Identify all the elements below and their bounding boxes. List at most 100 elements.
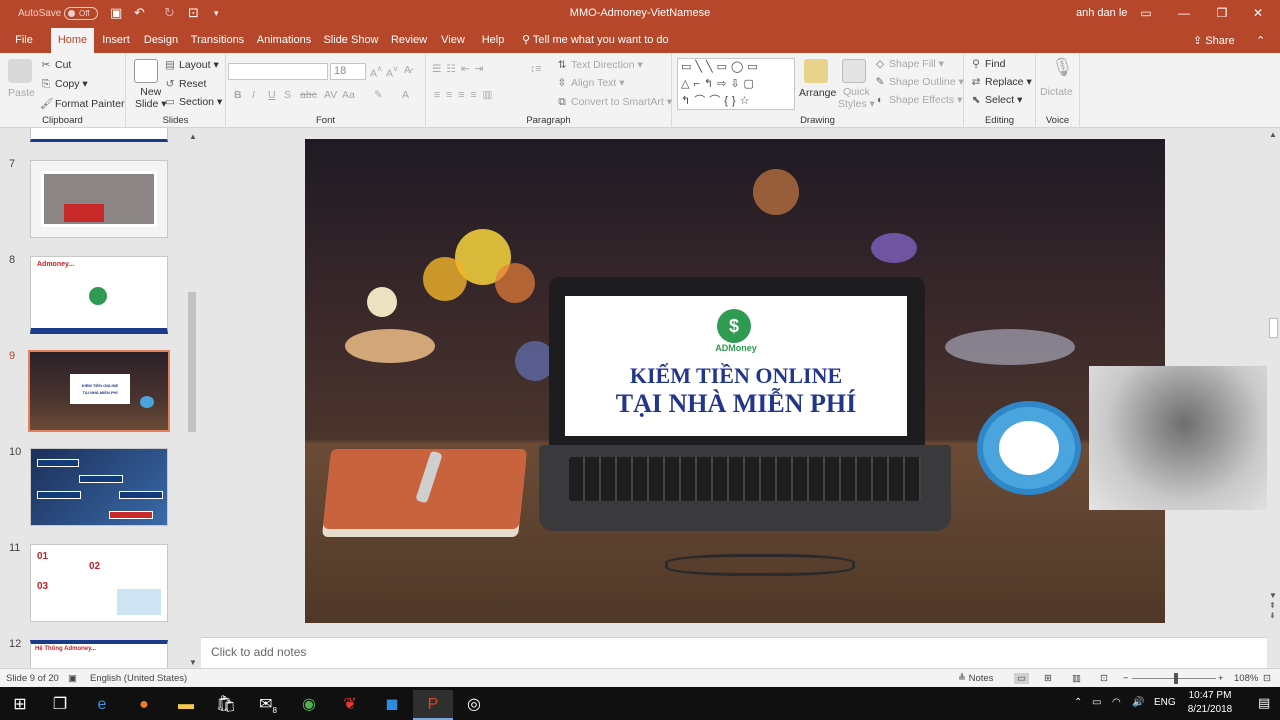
scrollbar-thumb[interactable] (188, 292, 196, 432)
layout-button[interactable]: ▤ Layout ▾ (164, 59, 219, 71)
bold-icon[interactable]: B (234, 89, 242, 101)
app-circle-icon[interactable]: ◎ (454, 690, 494, 720)
firefox-icon[interactable]: ● (124, 690, 164, 720)
thumbnail-slide-12[interactable]: Hệ Thống Admoney... (30, 640, 168, 668)
list-buttons[interactable]: ☰☷⇤⇥ (432, 63, 488, 75)
minimize-icon[interactable]: — (1172, 3, 1196, 23)
file-explorer-icon[interactable]: ▬ (166, 690, 206, 720)
notes-button[interactable]: ≜ Notes (958, 673, 993, 684)
battery-icon[interactable]: ▭ (1092, 697, 1101, 708)
tray-chevron-icon[interactable]: ⌃ (1074, 697, 1082, 708)
tab-help[interactable]: Help (477, 28, 509, 53)
store-icon[interactable]: 🛍 (206, 690, 246, 720)
spelling-icon[interactable]: ▣ (68, 673, 77, 684)
previous-slide-icon[interactable]: ⇞ (1269, 601, 1276, 610)
scroll-up-icon[interactable]: ▲ (189, 132, 197, 141)
tab-transitions[interactable]: Transitions (190, 28, 245, 53)
windows-start-icon[interactable]: ⊞ (0, 690, 40, 720)
next-slide-icon[interactable]: ⇟ (1269, 611, 1276, 620)
format-painter-button[interactable]: 🖌 Format Painter (40, 97, 124, 110)
text-direction-button[interactable]: ⇅ Text Direction ▾ (556, 59, 643, 71)
replace-button[interactable]: ⇄ Replace ▾ (970, 76, 1032, 88)
slide-scrollbar[interactable]: ▲ ▼ ⇞ ⇟ (1267, 128, 1280, 620)
tell-me-box[interactable]: ⚲ Tell me what you want to do (522, 28, 672, 53)
mail-icon[interactable]: ✉8 (248, 690, 288, 720)
shape-outline-button[interactable]: ✎ Shape Outline ▾ (874, 76, 964, 88)
thumbnail-slide-11[interactable]: 01 02 03 (30, 544, 168, 622)
normal-view-icon[interactable]: ▭ (1014, 673, 1029, 684)
app-red-icon[interactable]: ❦ (330, 690, 370, 720)
spacing-icon[interactable]: AV (324, 89, 337, 101)
convert-smartart-button[interactable]: ⧉ Convert to SmartArt ▾ (556, 96, 672, 109)
maximize-icon[interactable]: ❐ (1210, 3, 1234, 23)
tab-design[interactable]: Design (142, 28, 180, 53)
thumbnail-slide-7[interactable] (30, 160, 168, 238)
zalo-icon[interactable]: ◼ (372, 690, 412, 720)
shadow-icon[interactable]: S (284, 89, 291, 101)
find-button[interactable]: ⚲ Find (970, 58, 1005, 70)
ribbon-display-icon[interactable]: ▭ (1134, 3, 1158, 23)
language-indicator[interactable]: English (United States) (90, 673, 187, 684)
select-button[interactable]: ⬉ Select ▾ (970, 94, 1023, 106)
cut-button[interactable]: ✂ Cut (40, 59, 72, 71)
wifi-icon[interactable]: ◠ (1112, 697, 1121, 708)
italic-icon[interactable]: I (252, 89, 255, 101)
font-name-input[interactable] (228, 63, 328, 80)
arrange-button[interactable]: Arrange (799, 87, 836, 99)
notes-pane[interactable]: Click to add notes (201, 637, 1267, 668)
shape-fill-button[interactable]: ◇ Shape Fill ▾ (874, 58, 944, 70)
zoom-slider-thumb[interactable] (1174, 673, 1178, 684)
close-icon[interactable]: ✕ (1246, 3, 1270, 23)
paste-button[interactable]: Paste (8, 87, 35, 99)
font-color-icon[interactable]: A (402, 89, 409, 101)
zoom-in-icon[interactable]: + (1218, 673, 1224, 684)
quick-styles-button[interactable]: Quick Styles ▾ (838, 86, 875, 110)
tab-review[interactable]: Review (389, 28, 429, 53)
copy-button[interactable]: ⎘ Copy ▾ (40, 78, 88, 91)
line-spacing-icon[interactable]: ↕≡ (530, 63, 541, 75)
reset-button[interactable]: ↺ Reset (164, 78, 207, 90)
user-name[interactable]: anh dan le (1076, 7, 1127, 19)
slide-sorter-icon[interactable]: ⊞ (1044, 673, 1052, 684)
volume-icon[interactable]: 🔊 (1132, 697, 1144, 708)
slideshow-view-icon[interactable]: ⊡ (1100, 673, 1108, 684)
change-case-icon[interactable]: Aa (342, 89, 355, 101)
font-size-input[interactable]: 18 (330, 63, 366, 80)
zoom-out-icon[interactable]: − (1123, 673, 1129, 684)
chrome-icon[interactable]: ◉ (289, 690, 329, 720)
tab-file[interactable]: File (8, 28, 40, 53)
fit-slide-icon[interactable]: ⊡ (1263, 673, 1271, 684)
collapse-ribbon-icon[interactable]: ⌃ (1256, 34, 1265, 47)
thumbnails-scrollbar[interactable]: ▲ ▼ (187, 132, 197, 667)
clear-format-icon[interactable]: A̷ (404, 64, 411, 76)
strikethrough-icon[interactable]: abc (300, 89, 317, 101)
scrollbar-thumb[interactable] (1269, 318, 1278, 338)
notifications-icon[interactable]: ▤ (1258, 695, 1270, 711)
new-slide-button[interactable]: New Slide ▾ (135, 86, 167, 110)
tab-animations[interactable]: Animations (255, 28, 313, 53)
tab-view[interactable]: View (439, 28, 467, 53)
grow-font-icon[interactable]: A˄ (370, 64, 382, 80)
zoom-level[interactable]: 108% (1234, 673, 1258, 684)
align-buttons[interactable]: ≡≡≡≡▥ (434, 89, 498, 101)
powerpoint-icon[interactable]: P (413, 690, 453, 720)
thumbnail-slide-9[interactable]: KIẾM TIỀN ONLINE TẠI NHÀ MIỄN PHÍ (28, 350, 170, 432)
tab-insert[interactable]: Insert (100, 28, 132, 53)
reading-view-icon[interactable]: ▥ (1072, 673, 1081, 684)
input-language[interactable]: ENG (1154, 697, 1176, 708)
highlight-icon[interactable]: ✎ (374, 89, 383, 101)
edge-icon[interactable]: e (82, 690, 122, 720)
task-view-icon[interactable]: ❐ (40, 690, 80, 720)
thumbnail-slide-8[interactable]: Admoney... (30, 256, 168, 334)
scroll-down-icon[interactable]: ▼ (189, 658, 197, 667)
dictate-button[interactable]: Dictate (1040, 86, 1073, 98)
shape-effects-button[interactable]: ◐ Shape Effects ▾ (874, 94, 963, 106)
align-text-button[interactable]: ⇳ Align Text ▾ (556, 77, 625, 89)
tab-home[interactable]: Home (51, 28, 94, 53)
tab-slide-show[interactable]: Slide Show (323, 28, 379, 53)
slide-canvas[interactable]: $ ADMoney KIẾM TIỀN ONLINE TẠI NHÀ MIỄN … (305, 139, 1165, 623)
underline-icon[interactable]: U (268, 89, 276, 101)
shrink-font-icon[interactable]: A˅ (386, 64, 398, 80)
system-clock[interactable]: 10:47 PM 8/21/2018 (1180, 689, 1240, 717)
shapes-gallery[interactable]: ▭╲╲▭◯▭ △⌐↰⇨⇩▢ ↰⌒⌒{}☆ (677, 58, 795, 110)
